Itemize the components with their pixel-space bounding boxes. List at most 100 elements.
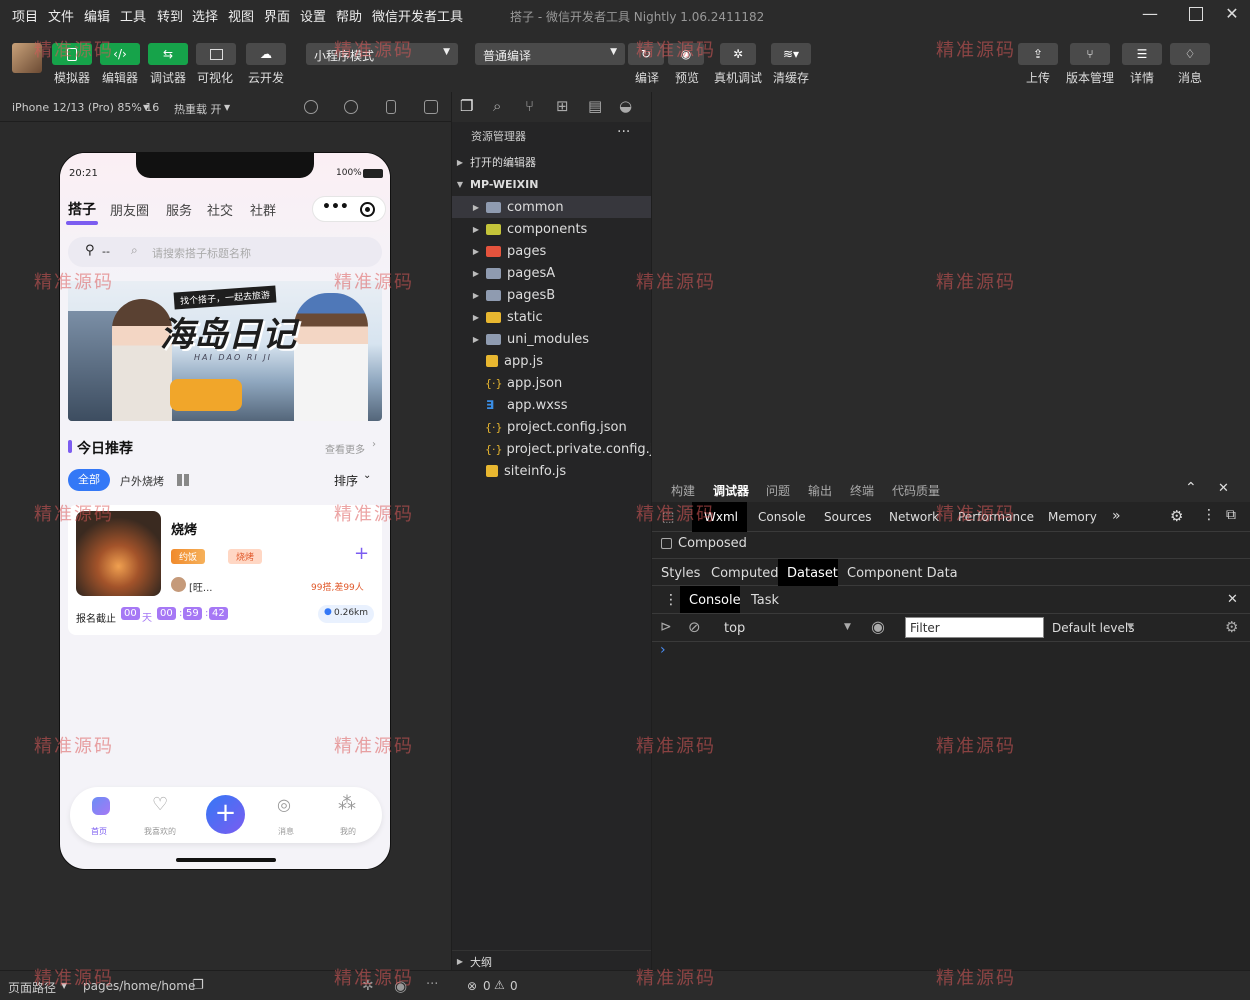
menu-edit[interactable]: 编辑 — [84, 6, 110, 25]
remote-debug-label[interactable]: 真机调试 — [714, 69, 762, 86]
popout-icon[interactable] — [424, 100, 438, 114]
tab-dataset[interactable]: Dataset — [787, 566, 838, 581]
grid-icon[interactable] — [177, 474, 189, 486]
location-value[interactable]: -- — [102, 245, 110, 258]
folder-pagesA[interactable]: ▶ pagesA — [452, 262, 651, 284]
details-label[interactable]: 详情 — [1130, 69, 1154, 86]
menu-help[interactable]: 帮助 — [336, 6, 362, 25]
device-select[interactable]: iPhone 12/13 (Pro) 85% 16 — [12, 101, 159, 114]
editor-icon[interactable]: ‹/› — [100, 43, 140, 65]
warning-icon[interactable]: ⚠ — [494, 978, 505, 992]
mode-select[interactable]: 小程序模式 ▼ — [306, 43, 458, 65]
compile-icon[interactable]: ↻ — [628, 43, 664, 65]
storage-icon[interactable]: ▤ — [588, 97, 602, 115]
bug-icon[interactable]: ✲ — [362, 978, 374, 994]
tab-component-data[interactable]: Component Data — [847, 566, 958, 581]
gear-icon[interactable]: ⚙ — [1170, 507, 1183, 525]
file-project-config[interactable]: {·} project.config.json — [452, 416, 651, 438]
compile-label[interactable]: 编译 — [635, 69, 659, 86]
folder-static[interactable]: ▶ static — [452, 306, 651, 328]
tab-memory[interactable]: Memory — [1048, 510, 1097, 524]
upload-label[interactable]: 上传 — [1026, 69, 1050, 86]
docker-icon[interactable]: ◒ — [619, 97, 632, 115]
banner[interactable]: 找个搭子，一起去旅游 海岛日记 HAI DAO RI JI — [68, 281, 382, 421]
clear-cache-label[interactable]: 清缓存 — [773, 69, 809, 86]
editor-area[interactable] — [652, 92, 1250, 476]
filter-input[interactable]: Filter — [905, 617, 1044, 638]
file-siteinfo-js[interactable]: siteinfo.js — [452, 460, 651, 482]
open-editors-section[interactable]: ▶ 打开的编辑器 — [452, 151, 651, 173]
avatar[interactable] — [12, 43, 42, 73]
file-app-json[interactable]: {·} app.json — [452, 372, 651, 394]
editor-label[interactable]: 编辑器 — [102, 69, 138, 86]
sidebar-toggle-icon[interactable]: ⊳ — [660, 619, 672, 635]
tab-code-quality[interactable]: 代码质量 — [892, 482, 940, 499]
tab-output[interactable]: 输出 — [808, 482, 832, 499]
tab-debugger[interactable]: 调试器 — [713, 482, 749, 499]
menu-goto[interactable]: 转到 — [157, 6, 183, 25]
simulator-icon[interactable] — [52, 43, 92, 65]
close-icon[interactable]: ✕ — [1218, 481, 1229, 496]
tab-styles[interactable]: Styles — [661, 566, 700, 581]
eye-icon[interactable]: ◉ — [871, 617, 885, 636]
folder-components[interactable]: ▶ components — [452, 218, 651, 240]
tab-dazi[interactable]: 搭子 — [68, 199, 96, 219]
search-placeholder[interactable]: 请搜索搭子标题名称 — [152, 245, 251, 261]
menu-project[interactable]: 项目 — [12, 6, 38, 25]
folder-uni-modules[interactable]: ▶ uni_modules — [452, 328, 651, 350]
gear-icon[interactable]: ⚙ — [1225, 618, 1238, 636]
folder-pagesB[interactable]: ▶ pagesB — [452, 284, 651, 306]
tab-network[interactable]: Network — [889, 510, 939, 524]
folder-common[interactable]: ▶ common — [452, 196, 651, 218]
nav-home[interactable]: 首页 — [91, 826, 107, 837]
menu-interface[interactable]: 界面 — [264, 6, 290, 25]
tab-community[interactable]: 社群 — [250, 200, 276, 219]
close-icon[interactable]: ✕ — [1220, 4, 1244, 26]
debugger-label[interactable]: 调试器 — [150, 69, 186, 86]
preview-icon[interactable]: ◉ — [668, 43, 704, 65]
location-pin-icon[interactable]: ⚲ — [85, 243, 95, 258]
nav-messages[interactable]: 消息 — [278, 826, 294, 837]
dock-icon[interactable]: ⧉ — [1226, 507, 1236, 523]
record-icon[interactable] — [344, 100, 358, 114]
bell-icon[interactable]: ♢ — [1170, 43, 1210, 65]
minimize-icon[interactable]: — — [1138, 4, 1162, 26]
nav-favorites[interactable]: 我喜欢的 — [144, 826, 176, 837]
log-levels-select[interactable]: Default levels — [1052, 621, 1134, 635]
kebab-icon[interactable]: ⋮ — [664, 592, 678, 608]
simulator-label[interactable]: 模拟器 — [54, 69, 90, 86]
debugger-icon[interactable]: ⇆ — [148, 43, 188, 65]
menu-tools[interactable]: 工具 — [120, 6, 146, 25]
tab-performance[interactable]: Performance — [958, 510, 1034, 524]
drawer-tab-task[interactable]: Task — [751, 593, 779, 608]
files-icon[interactable]: ❐ — [460, 97, 473, 115]
folder-pages[interactable]: ▶ pages — [452, 240, 651, 262]
compile-select[interactable]: 普通编译 ▼ — [475, 43, 625, 65]
cloud-dev-label[interactable]: 云开发 — [248, 69, 284, 86]
more-icon[interactable]: ••• — [322, 199, 349, 215]
message-icon[interactable]: ◎ — [277, 795, 291, 814]
close-icon[interactable]: ✕ — [1227, 592, 1238, 607]
close-mini-icon[interactable] — [360, 202, 375, 217]
composed-checkbox[interactable] — [661, 538, 672, 549]
tab-service[interactable]: 服务 — [166, 200, 192, 219]
activity-card[interactable]: 烧烤 约饭 烧烤 + [旺... 99搭,差99人 报名截止 00 天 00 :… — [68, 505, 382, 635]
filter-bbq[interactable]: 户外烧烤 — [120, 473, 164, 489]
menu-select[interactable]: 选择 — [192, 6, 218, 25]
version-icon[interactable]: ⑂ — [1070, 43, 1110, 65]
cloud-icon[interactable]: ☁ — [246, 43, 286, 65]
tab-problems[interactable]: 问题 — [766, 482, 790, 499]
file-project-private-config[interactable]: {·} project.private.config.js... — [452, 438, 673, 460]
page-path-label[interactable]: 页面路径 — [8, 979, 56, 996]
eye-icon[interactable]: ◉ — [394, 977, 407, 995]
drawer-tab-console[interactable]: Console — [689, 593, 741, 608]
inspect-icon[interactable]: ⬚ — [662, 510, 674, 525]
copy-icon[interactable]: ❐ — [192, 978, 204, 993]
messages-label[interactable]: 消息 — [1178, 69, 1202, 86]
more-icon[interactable]: ··· — [426, 977, 438, 992]
more-icon[interactable]: ··· — [617, 124, 630, 140]
clear-cache-icon[interactable]: ≋▾ — [771, 43, 811, 65]
see-more-link[interactable]: 查看更多 — [325, 441, 365, 456]
menu-wechat-devtools[interactable]: 微信开发者工具 — [372, 6, 463, 25]
add-icon[interactable]: + — [354, 543, 369, 564]
